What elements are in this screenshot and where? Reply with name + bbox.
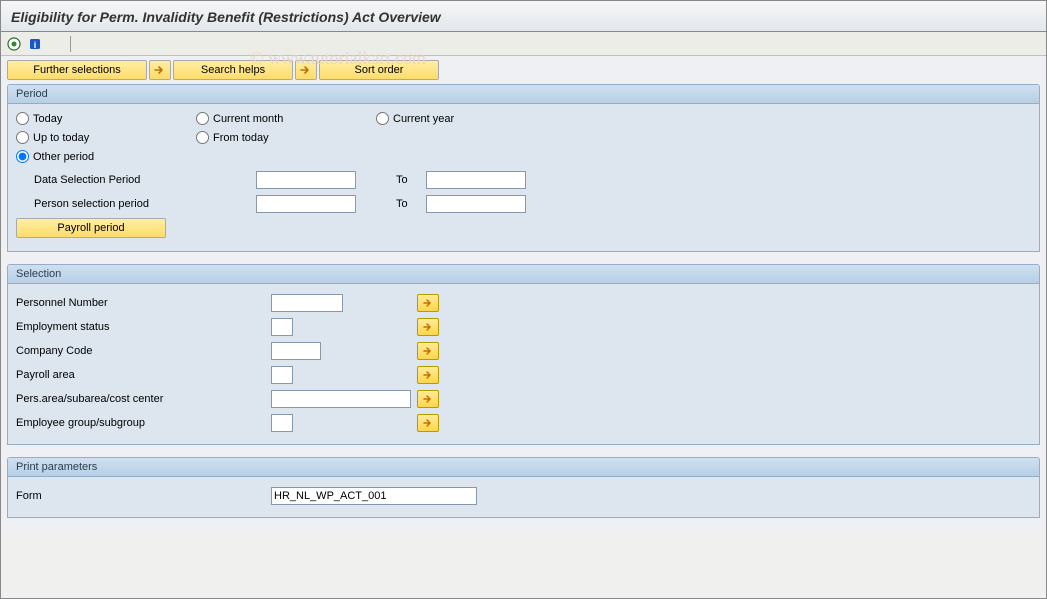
pers-area-multi-icon[interactable] (417, 390, 439, 408)
employee-group-label: Employee group/subgroup (16, 417, 271, 429)
data-selection-to-label: To (396, 174, 426, 186)
company-code-label: Company Code (16, 345, 271, 357)
period-panel-header: Period (8, 85, 1039, 104)
personnel-number-input[interactable] (271, 294, 343, 312)
radio-today-label: Today (33, 113, 62, 125)
toolbar-separator (70, 36, 71, 52)
execute-icon[interactable] (5, 35, 23, 53)
further-selections-button[interactable]: Further selections (7, 60, 147, 80)
page-title: Eligibility for Perm. Invalidity Benefit… (1, 1, 1046, 32)
payroll-area-multi-icon[interactable] (417, 366, 439, 384)
radio-from-today-input[interactable] (196, 131, 209, 144)
payroll-area-input[interactable] (271, 366, 293, 384)
search-helps-arrow-icon[interactable] (149, 60, 171, 80)
app-toolbar: i (1, 32, 1046, 56)
radio-up-to-today-input[interactable] (16, 131, 29, 144)
radio-up-to-today-label: Up to today (33, 132, 89, 144)
period-panel: Period Today Current month Current year … (7, 84, 1040, 252)
pers-area-label: Pers.area/subarea/cost center (16, 393, 271, 405)
employee-group-input[interactable] (271, 414, 293, 432)
person-selection-to-input[interactable] (426, 195, 526, 213)
radio-current-month[interactable]: Current month (196, 112, 376, 125)
radio-current-year[interactable]: Current year (376, 112, 556, 125)
radio-current-month-label: Current month (213, 113, 283, 125)
employee-group-multi-icon[interactable] (417, 414, 439, 432)
data-selection-from-input[interactable] (256, 171, 356, 189)
radio-other-period-input[interactable] (16, 150, 29, 163)
print-panel: Print parameters Form (7, 457, 1040, 518)
selection-panel-header: Selection (8, 265, 1039, 284)
payroll-area-label: Payroll area (16, 369, 271, 381)
personnel-number-multi-icon[interactable] (417, 294, 439, 312)
payroll-period-button[interactable]: Payroll period (16, 218, 166, 238)
form-label: Form (16, 490, 271, 502)
radio-current-year-input[interactable] (376, 112, 389, 125)
person-selection-to-label: To (396, 198, 426, 210)
selection-panel: Selection Personnel Number Employment st… (7, 264, 1040, 445)
search-helps-button[interactable]: Search helps (173, 60, 293, 80)
sort-order-button[interactable]: Sort order (319, 60, 439, 80)
pers-area-input[interactable] (271, 390, 411, 408)
radio-other-period-label: Other period (33, 151, 94, 163)
employment-status-input[interactable] (271, 318, 293, 336)
data-selection-to-input[interactable] (426, 171, 526, 189)
employment-status-multi-icon[interactable] (417, 318, 439, 336)
radio-up-to-today[interactable]: Up to today (16, 131, 196, 144)
sort-order-arrow-icon[interactable] (295, 60, 317, 80)
radio-from-today[interactable]: From today (196, 131, 376, 144)
radio-other-period[interactable]: Other period (16, 150, 196, 163)
person-selection-label: Person selection period (34, 198, 256, 210)
radio-from-today-label: From today (213, 132, 269, 144)
radio-today[interactable]: Today (16, 112, 196, 125)
person-selection-from-input[interactable] (256, 195, 356, 213)
company-code-multi-icon[interactable] (417, 342, 439, 360)
info-icon[interactable]: i (26, 35, 44, 53)
radio-today-input[interactable] (16, 112, 29, 125)
company-code-input[interactable] (271, 342, 321, 360)
radio-current-year-label: Current year (393, 113, 454, 125)
radio-current-month-input[interactable] (196, 112, 209, 125)
print-panel-header: Print parameters (8, 458, 1039, 477)
personnel-number-label: Personnel Number (16, 297, 271, 309)
employment-status-label: Employment status (16, 321, 271, 333)
form-input[interactable] (271, 487, 477, 505)
action-button-row: Further selections Search helps Sort ord… (7, 60, 1040, 80)
data-selection-label: Data Selection Period (34, 174, 256, 186)
color-bars-icon[interactable] (47, 35, 65, 53)
svg-text:i: i (34, 40, 37, 50)
content-area: Further selections Search helps Sort ord… (1, 56, 1046, 534)
